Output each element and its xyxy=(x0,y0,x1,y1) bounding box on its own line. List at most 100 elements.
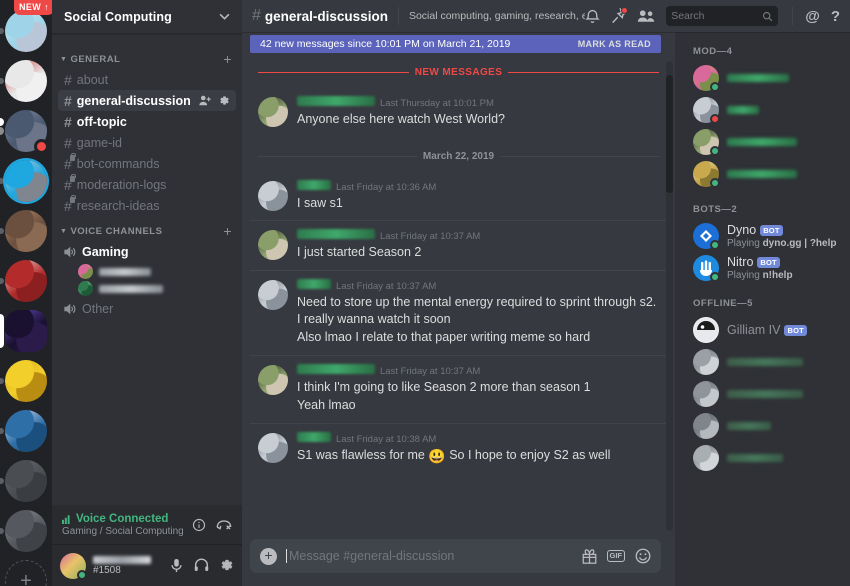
category-header-general[interactable]: ▼ GENERAL + xyxy=(52,44,242,69)
user-discriminator: #1508 xyxy=(93,564,121,576)
sidebar-channel-off-topic[interactable]: # off-topic xyxy=(0,111,236,132)
avatar[interactable] xyxy=(60,552,87,580)
server-icon-server-10[interactable] xyxy=(0,456,52,506)
info-icon[interactable] xyxy=(192,518,206,532)
emoji-glyph: 😃 xyxy=(428,448,446,464)
voice-participant[interactable] xyxy=(78,281,236,296)
help-icon[interactable]: ? xyxy=(831,8,840,25)
member-list-item[interactable] xyxy=(675,378,850,410)
server-icon-server-4[interactable] xyxy=(0,156,52,206)
scrollbar-thumb[interactable] xyxy=(666,75,673,193)
member-list-item[interactable] xyxy=(675,94,850,126)
member-list-item[interactable] xyxy=(675,346,850,378)
pinned-messages-icon[interactable] xyxy=(611,7,629,24)
server-indicator xyxy=(0,528,4,534)
message: Last Friday at 10:37 AM Need to store up… xyxy=(250,269,667,355)
mentions-icon[interactable]: @ xyxy=(805,8,820,25)
member-list-item[interactable] xyxy=(675,410,850,442)
avatar[interactable] xyxy=(258,433,288,463)
avatar[interactable] xyxy=(258,279,288,310)
voice-connected-panel: Voice Connected Gaming / Social Computin… xyxy=(52,505,242,545)
new-messages-banner[interactable]: 42 new messages since 10:01 PM on March … xyxy=(250,35,661,53)
member-list-item[interactable]: Gilliam IV BOT xyxy=(675,314,850,346)
gift-icon[interactable] xyxy=(582,548,597,564)
voice-connected-label: Voice Connected xyxy=(76,512,169,525)
server-icon-server-6[interactable] xyxy=(0,256,52,306)
message-composer: + Message #general-discussion GIF xyxy=(242,539,675,586)
member-activity: Playing dyno.gg | ?help xyxy=(727,238,837,249)
disconnect-call-icon[interactable] xyxy=(216,518,232,532)
create-voice-channel-button[interactable]: + xyxy=(223,224,232,238)
server-icon-social-computing[interactable] xyxy=(0,306,52,356)
server-avatar xyxy=(5,10,47,52)
add-server-button[interactable]: + xyxy=(0,556,52,586)
message-timestamp: Last Friday at 10:38 AM xyxy=(336,434,437,445)
member-list-item[interactable]: Nitro BOT Playing n!help xyxy=(675,252,850,284)
server-icon-server-9[interactable] xyxy=(0,406,52,456)
new-servers-badge[interactable]: NEW ↑ xyxy=(14,0,52,15)
sidebar-voice-channel-gaming[interactable]: Gaming xyxy=(58,241,236,262)
guild-header[interactable]: Social Computing xyxy=(52,0,242,34)
message-timestamp: Last Friday at 10:37 AM xyxy=(380,365,481,377)
sidebar-channel-moderation-logs[interactable]: # moderation-logs xyxy=(58,173,236,195)
composer-box[interactable]: + Message #general-discussion GIF xyxy=(250,539,661,573)
server-avatar xyxy=(5,510,47,552)
server-indicator xyxy=(0,28,4,34)
sidebar-channel-about[interactable]: # about xyxy=(58,69,236,90)
member-list-item[interactable]: Dyno BOT Playing dyno.gg | ?help xyxy=(675,220,850,252)
sidebar-channel-game-id[interactable]: # game-id xyxy=(58,132,236,153)
channel-settings-gear-icon[interactable] xyxy=(219,95,230,106)
member-name-redacted xyxy=(727,454,783,462)
server-icon-server-11[interactable] xyxy=(0,506,52,556)
emoji-icon[interactable] xyxy=(635,548,651,564)
server-image xyxy=(5,10,47,52)
message-input[interactable]: Message #general-discussion xyxy=(286,549,573,563)
category-label: VOICE CHANNELS xyxy=(70,225,163,237)
server-image xyxy=(5,160,47,202)
message-text: Also lmao I relate to that paper writing… xyxy=(297,330,591,345)
member-list-item[interactable] xyxy=(675,62,850,94)
sidebar-channel-general-discussion[interactable]: # general-discussion xyxy=(58,90,236,111)
avatar[interactable] xyxy=(258,230,288,261)
sidebar-voice-channel-other[interactable]: Other xyxy=(58,298,236,319)
server-icon-server-2[interactable] xyxy=(0,56,52,106)
message-scrollbar[interactable] xyxy=(666,61,673,531)
message-text: S1 was flawless for me 😃 So I hope to en… xyxy=(297,448,611,464)
plus-icon: + xyxy=(5,560,47,586)
create-channel-button[interactable]: + xyxy=(223,52,232,66)
server-icon-server-5[interactable] xyxy=(0,206,52,256)
voice-participant[interactable] xyxy=(78,264,236,279)
member-name-redacted xyxy=(727,106,759,114)
sidebar-channel-bot-commands[interactable]: # bot-commands xyxy=(58,152,236,174)
pin-unread-dot xyxy=(621,7,629,14)
server-icon-server-8[interactable] xyxy=(0,356,52,406)
channel-name: game-id xyxy=(76,135,122,150)
gif-button[interactable]: GIF xyxy=(606,550,625,562)
server-indicator xyxy=(0,428,4,434)
headphones-icon[interactable] xyxy=(194,558,209,573)
search-input[interactable]: Search xyxy=(666,6,779,26)
member-list-item[interactable] xyxy=(675,158,850,190)
member-list-item[interactable] xyxy=(675,126,850,158)
message-author-redacted xyxy=(297,432,331,442)
create-invite-icon[interactable] xyxy=(199,95,212,106)
hash-icon: # xyxy=(252,7,261,24)
member-list-icon[interactable] xyxy=(637,9,655,23)
avatar[interactable] xyxy=(258,97,288,127)
plus-circle-icon[interactable]: + xyxy=(260,547,277,565)
lock-icon xyxy=(69,173,76,182)
member-group-header: OFFLINE—5 xyxy=(693,298,753,309)
sidebar-channel-research-ideas[interactable]: # research-ideas xyxy=(58,194,236,216)
avatar xyxy=(693,413,719,439)
notifications-bell-icon[interactable] xyxy=(585,8,601,24)
avatar[interactable] xyxy=(258,364,288,395)
member-list-item[interactable] xyxy=(675,442,850,474)
status-indicator xyxy=(710,114,720,124)
category-header-voice-channels[interactable]: ▼ VOICE CHANNELS + xyxy=(52,216,242,241)
gear-icon[interactable] xyxy=(220,558,234,573)
server-icon-server-3[interactable] xyxy=(0,106,52,156)
avatar[interactable] xyxy=(258,180,288,211)
member-group-header: BOTS—2 xyxy=(693,204,738,215)
mark-as-read-button[interactable]: MARK AS READ xyxy=(578,39,651,49)
microphone-icon[interactable] xyxy=(170,558,183,573)
